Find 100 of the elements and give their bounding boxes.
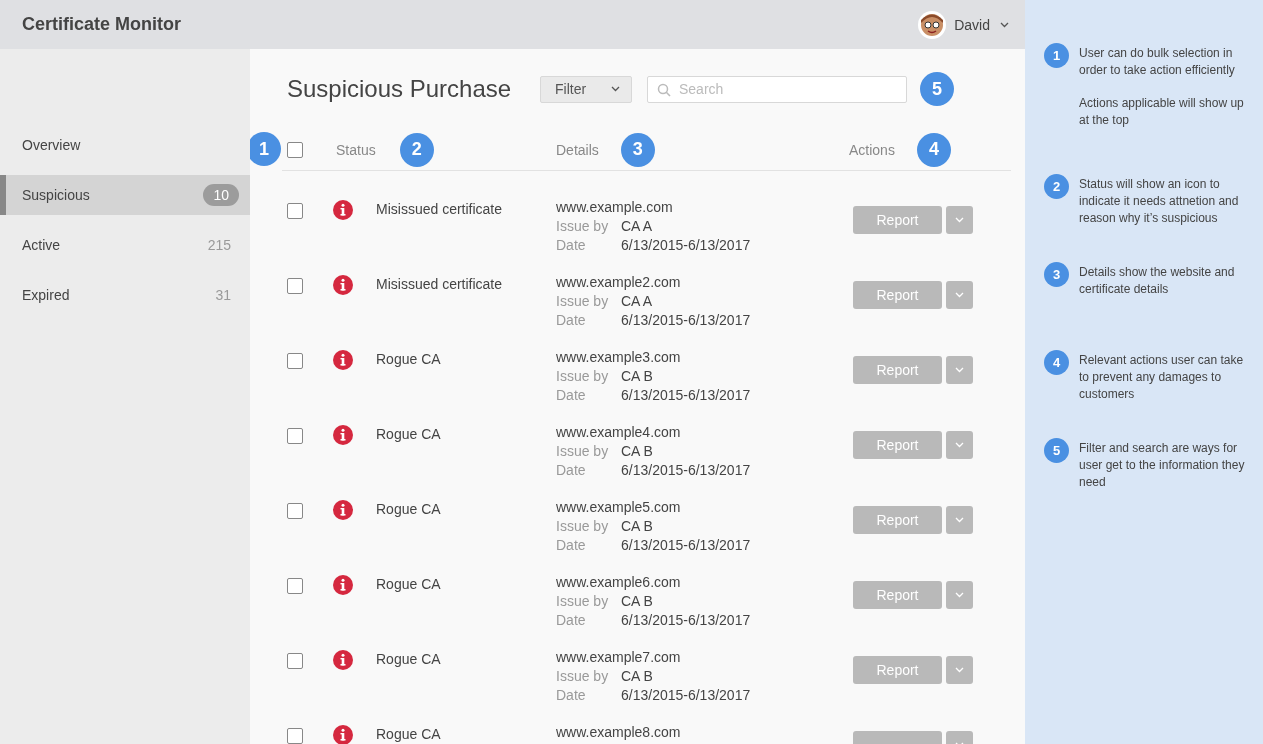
sidebar-item[interactable]: Overview (0, 125, 250, 165)
row-checkbox[interactable] (287, 353, 303, 369)
detail-value: 6/13/2015-6/13/2017 (621, 536, 751, 555)
detail-label: Date (556, 311, 587, 330)
detail-label: Issue by (556, 442, 610, 461)
report-button[interactable]: Report (853, 506, 942, 534)
detail-value: CA A (621, 292, 653, 311)
avatar-icon[interactable] (918, 10, 947, 39)
domain-text: www.example2.com (556, 273, 682, 292)
detail-label: Date (556, 611, 587, 630)
detail-value: 6/13/2015-6/13/2017 (621, 461, 751, 480)
row-checkbox[interactable] (287, 428, 303, 444)
caret-icon (1000, 21, 1009, 28)
detail-label: Issue by (556, 217, 610, 236)
detail-value: CA B (621, 442, 653, 461)
annotation-marker: 1 (250, 132, 281, 166)
sidebar-item[interactable]: Suspicious 10 (0, 175, 250, 215)
status-text: Rogue CA (376, 726, 442, 742)
status-text: Rogue CA (376, 426, 442, 442)
caret-icon (611, 86, 620, 92)
report-button[interactable]: Report (853, 356, 942, 384)
alert-icon (333, 350, 353, 370)
detail-value: 6/13/2015-6/13/2017 (621, 236, 751, 255)
app-title: Certificate Monitor (22, 14, 181, 35)
search-field[interactable]: Search (647, 75, 907, 103)
detail-label: Issue by (556, 592, 610, 611)
domain-text: www.example8.com (556, 723, 682, 742)
sidebar-item[interactable]: Active 215 (0, 225, 250, 265)
row-checkbox[interactable] (287, 203, 303, 219)
detail-value: CA B (621, 592, 653, 611)
filter-dropdown[interactable]: Filter (540, 75, 632, 103)
alert-icon (333, 575, 353, 595)
caret-icon (955, 292, 964, 298)
count-label: 31 (215, 287, 231, 303)
domain-text: www.example7.com (556, 648, 682, 667)
alert-icon (333, 650, 353, 670)
note-text: Actions applicable will show up at the top (1079, 95, 1245, 129)
domain-text: www.example4.com (556, 423, 682, 442)
detail-label: Issue by (556, 517, 610, 536)
detail-label: Issue by (556, 367, 610, 386)
note-text: Details show the website and certificate details (1079, 264, 1236, 298)
note-text: Status will show an icon to indicate it needs attnetion and reason why it’s suspicious (1079, 176, 1240, 227)
annotation-marker: 3 (620, 132, 655, 167)
search-icon (657, 82, 671, 97)
row-checkbox[interactable] (287, 503, 303, 519)
report-button[interactable]: Report (853, 581, 942, 609)
domain-text: www.example.com (556, 198, 674, 217)
caret-icon (955, 442, 964, 448)
row-checkbox[interactable] (287, 728, 303, 744)
detail-value: 6/13/2015-6/13/2017 (621, 311, 751, 330)
annotation-marker: 4 (916, 132, 951, 167)
caret-icon (955, 667, 964, 673)
note-text: Relevant actions user can take to prevent any damages to customers (1079, 352, 1245, 403)
count-badge: 10 (203, 184, 239, 206)
annotation-marker: 3 (1044, 262, 1069, 287)
report-button[interactable]: Report (853, 656, 942, 684)
annotation-marker: 4 (1044, 350, 1069, 375)
note-text: Filter and search are ways for user get to the information they need (1079, 440, 1246, 491)
status-text: Rogue CA (376, 651, 442, 667)
annotation-marker: 1 (1044, 43, 1069, 68)
note-text: User can do bulk selection in order to take action efficiently (1079, 45, 1236, 79)
caret-icon (955, 217, 964, 223)
detail-label: Date (556, 461, 587, 480)
report-button[interactable]: Report (853, 206, 942, 234)
annotation-marker: 5 (1044, 438, 1069, 463)
annotation-marker: 2 (399, 132, 434, 167)
page-title: Suspicious Purchase (287, 75, 513, 103)
domain-text: www.example3.com (556, 348, 682, 367)
column-header: Details (556, 141, 599, 158)
detail-label: Date (556, 236, 587, 255)
detail-value: CA B (621, 667, 653, 686)
detail-value: CA B (621, 517, 653, 536)
detail-value: 6/13/2015-6/13/2017 (621, 686, 751, 705)
annotation-marker: 5 (920, 72, 954, 106)
alert-icon (333, 275, 353, 295)
column-header: Actions (849, 141, 895, 158)
detail-label: Date (556, 386, 587, 405)
detail-value: 6/13/2015-6/13/2017 (621, 386, 751, 405)
alert-icon (333, 500, 353, 520)
select-all-checkbox[interactable] (287, 141, 303, 158)
detail-label: Issue by (556, 667, 610, 686)
row-checkbox[interactable] (287, 578, 303, 594)
row-checkbox[interactable] (287, 278, 303, 294)
alert-icon (333, 425, 353, 445)
caret-icon (955, 517, 964, 523)
report-button[interactable]: Report (853, 431, 942, 459)
user-menu-button[interactable]: David (954, 16, 1009, 33)
sidebar-item[interactable]: Expired 31 (0, 275, 250, 315)
report-button[interactable]: Report (853, 281, 942, 309)
caret-icon (955, 592, 964, 598)
domain-text: www.example6.com (556, 573, 682, 592)
status-text: Misissued certificate (376, 201, 504, 217)
alert-icon (333, 200, 353, 220)
annotation-marker: 2 (1044, 174, 1069, 199)
detail-label: Date (556, 536, 587, 555)
status-text: Rogue CA (376, 576, 442, 592)
detail-label: Issue by (556, 292, 610, 311)
status-text: Misissued certificate (376, 276, 504, 292)
count-label: 215 (207, 237, 231, 253)
row-checkbox[interactable] (287, 653, 303, 669)
